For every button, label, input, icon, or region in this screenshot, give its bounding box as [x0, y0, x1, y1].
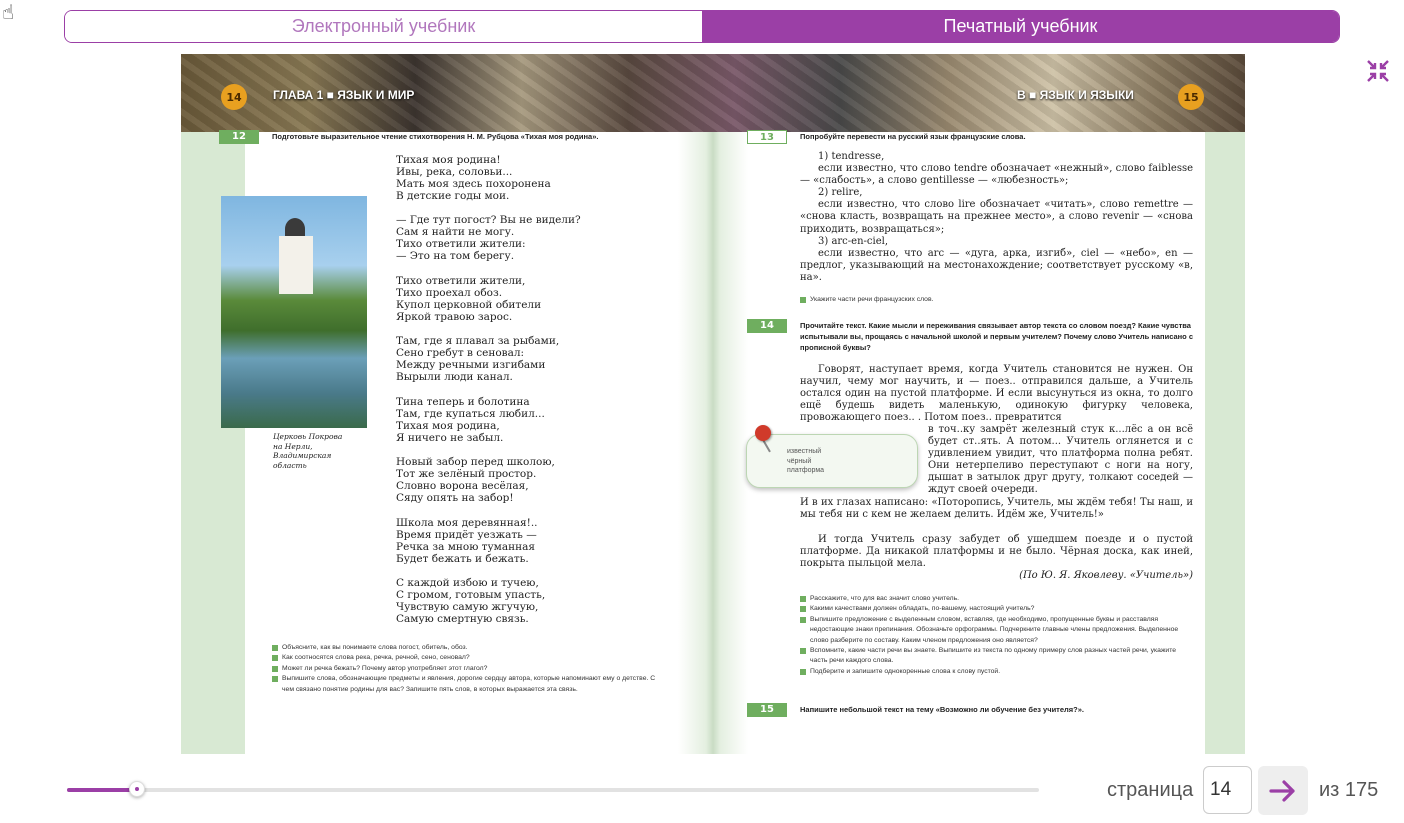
question-item: Выпишите слова, обозначающие предметы и … [272, 674, 667, 695]
question-item: Расскажите, что для вас значит слово учи… [800, 594, 1193, 604]
collapse-arrows-icon[interactable] [1366, 59, 1390, 83]
exercise-number-15: 15 [747, 703, 787, 717]
ex13-line: если известно, что слово lire обозначает… [800, 199, 1193, 235]
ex14-wrapped-text: в точ..ку замрёт железный стук к...лёс а… [928, 424, 1193, 496]
poem-stanza: Тина теперь и болотина Там, где купаться… [396, 396, 545, 445]
question-item: Какими качествами должен обладать, по-ва… [800, 604, 1193, 614]
question-item: Может ли речка бежать? Почему автор упот… [272, 664, 667, 674]
exercise-12-task: Подготовьте выразительное чтение стихотв… [272, 132, 599, 141]
poem-stanza: Там, где я плавал за рыбами, Сено гребут… [396, 335, 560, 384]
ex14-source: (По Ю. Я. Яковлеву. «Учитель») [1019, 570, 1193, 581]
left-questions: Объясните, как вы понимаете слова погост… [272, 643, 667, 695]
poem-stanza: Школа моя деревянная!.. Время придёт уез… [396, 517, 538, 566]
ex13-line: если известно, что слово tendre обознача… [800, 163, 1193, 187]
exercise-number-12: 12 [219, 130, 259, 144]
question-item: Объясните, как вы понимаете слова погост… [272, 643, 667, 653]
exercise-number-13: 13 [747, 130, 787, 144]
ex13-questions: Укажите части речи французских слов. [800, 295, 1190, 305]
right-margin [1205, 54, 1245, 754]
question-item: Подберите и запишите однокоренные слова … [800, 667, 1193, 677]
left-chapter-title: ГЛАВА 1 ■ ЯЗЫК И МИР [273, 88, 415, 102]
right-chapter-title: В ■ ЯЗЫК И ЯЗЫКИ [1017, 88, 1134, 102]
next-page-button[interactable] [1258, 766, 1308, 815]
sticky-note-text: известный чёрный платформа [787, 448, 825, 474]
page-slider-fill [67, 788, 137, 792]
sticky-note[interactable]: известный чёрный платформа [746, 425, 918, 488]
photo-caption: Церковь Покрова на Нерли, Владимирская о… [273, 432, 343, 470]
exercise-13-text: 1) tendresse, если известно, что слово t… [800, 151, 1193, 284]
ex14-paragraph-2: И тогда Учитель сразу забудет об ушедшем… [800, 534, 1193, 570]
poem-stanza: — Где тут погост? Вы не видели? Сам я на… [396, 214, 581, 263]
question-item: Вспомните, какие части речи вы знаете. В… [800, 646, 1193, 667]
exercise-number-14: 14 [747, 319, 787, 333]
tab-printed-textbook[interactable]: Печатный учебник [702, 11, 1339, 42]
poem-stanza: Тихая моя родина! Ивы, река, соловьи... … [396, 154, 551, 203]
arrow-right-icon [1269, 779, 1295, 802]
page-total: из 175 [1319, 779, 1379, 801]
poem-stanza: Новый забор перед школою, Тот же зелёный… [396, 456, 555, 505]
ex13-line: 1) tendresse, [818, 151, 885, 162]
page-slider-thumb[interactable] [128, 781, 145, 797]
ex13-line: если известно, что arc — «дуга, арка, из… [800, 247, 1193, 283]
right-page-number-badge: 15 [1178, 84, 1204, 110]
book-spread: 14 ГЛАВА 1 ■ ЯЗЫК И МИР В ■ ЯЗЫК И ЯЗЫКИ… [181, 54, 1245, 754]
exercise-13-task: Попробуйте перевести на русский язык фра… [800, 132, 1026, 141]
poem-stanza: С каждой избою и тучею, С громом, готовы… [396, 577, 546, 626]
church-building [279, 236, 313, 294]
tab-electronic-textbook[interactable]: Электронный учебник [65, 11, 702, 42]
ex14-paragraph-1-end: И в их глазах написано: «Поторопись, Учи… [800, 497, 1193, 521]
left-page-number-badge: 14 [221, 84, 247, 110]
question-item: Выпишите предложение с выделенным словом… [800, 615, 1193, 646]
hand-cursor-icon: ☝ [2, 0, 15, 24]
ex14-questions: Расскажите, что для вас значит слово учи… [800, 594, 1193, 677]
book-spine [678, 54, 748, 754]
ex13-line: 3) arc-en-ciel, [818, 235, 888, 247]
exercise-14-task: Прочитайте текст. Какие мысли и пережива… [800, 321, 1194, 352]
poem-stanza: Тихо ответили жители, Тихо проехал обоз.… [396, 275, 542, 324]
question-item: Как соотносятся слова река, речка, речно… [272, 653, 667, 663]
ex13-line: 2) relire, [818, 187, 863, 199]
exercise-15-task: Напишите небольшой текст на тему «Возмож… [800, 705, 1085, 714]
page-number-input[interactable]: 14 [1203, 766, 1252, 814]
textbook-mode-tabs: Электронный учебник Печатный учебник [64, 10, 1340, 43]
ex14-paragraph-1: Говорят, наступает время, когда Учитель … [800, 364, 1193, 424]
page-label: страница [1107, 779, 1194, 801]
pushpin-icon [755, 425, 771, 441]
church-photo [221, 196, 367, 428]
page-slider[interactable] [67, 781, 1039, 797]
question-item: Укажите части речи французских слов. [800, 295, 1190, 305]
